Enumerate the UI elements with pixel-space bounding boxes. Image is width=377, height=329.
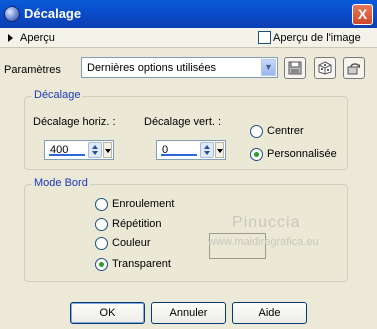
chevron-down-icon[interactable]: ▼	[261, 59, 276, 76]
preview-image-checkbox[interactable]	[258, 31, 271, 44]
preview-image-label[interactable]: Aperçu de l'image	[273, 32, 361, 44]
wrap-radio-label[interactable]: Enroulement	[112, 198, 174, 210]
save-preset-button[interactable]	[284, 57, 306, 79]
center-radio-label[interactable]: Centrer	[267, 125, 304, 137]
ok-button[interactable]: OK	[70, 302, 145, 324]
offset-group: Décalage Décalage horiz. : 400 Décalage …	[24, 89, 348, 170]
custom-radio-label[interactable]: Personnalisée	[267, 148, 337, 160]
watermark-name: Pinuccia	[232, 214, 301, 231]
preset-select[interactable]: Dernières options utilisées ▼	[81, 57, 278, 78]
window-title: Décalage	[24, 6, 82, 21]
edge-mode-group: Mode Bord Enroulement Répétition Couleur…	[24, 177, 348, 282]
vertical-offset-slider[interactable]	[161, 154, 197, 156]
color-radio[interactable]	[95, 237, 108, 250]
horizontal-offset-slider[interactable]	[49, 154, 85, 156]
edge-mode-group-title: Mode Bord	[32, 177, 90, 189]
dropdown-arrow-icon[interactable]	[215, 142, 224, 158]
close-button[interactable]: X	[352, 4, 373, 25]
dice-icon	[318, 61, 332, 75]
app-icon	[4, 6, 20, 22]
repeat-radio[interactable]	[95, 218, 108, 231]
center-radio[interactable]	[250, 125, 263, 138]
preview-toggle-label[interactable]: Aperçu	[20, 32, 55, 44]
horizontal-offset-label: Décalage horiz. :	[33, 116, 116, 128]
settings-label: Paramètres	[4, 64, 61, 76]
preset-value: Dernières options utilisées	[87, 62, 217, 74]
random-button[interactable]	[314, 57, 336, 79]
title-bar[interactable]: Décalage X	[0, 0, 377, 28]
dropdown-arrow-icon[interactable]	[103, 142, 112, 158]
spin-arrows-icon[interactable]	[200, 142, 214, 158]
help-button[interactable]: Aide	[232, 302, 307, 324]
spin-arrows-icon[interactable]	[88, 142, 102, 158]
offset-group-title: Décalage	[32, 89, 83, 101]
reset-button[interactable]	[343, 57, 365, 79]
watermark-url: www.maidiregrafica.eu	[208, 236, 319, 248]
vertical-offset-label: Décalage vert. :	[144, 116, 222, 128]
transparent-radio[interactable]	[95, 258, 108, 271]
dialog-window: Décalage X Aperçu Aperçu de l'image Para…	[0, 0, 377, 329]
transparent-radio-label[interactable]: Transparent	[112, 258, 171, 270]
reset-icon	[347, 63, 360, 75]
expand-triangle-icon[interactable]	[8, 34, 13, 42]
vertical-offset-spinner[interactable]: 0	[156, 140, 226, 160]
horizontal-offset-spinner[interactable]: 400	[44, 140, 114, 160]
wrap-radio[interactable]	[95, 198, 108, 211]
custom-radio[interactable]	[250, 148, 263, 161]
cancel-button[interactable]: Annuler	[151, 302, 226, 324]
color-radio-label[interactable]: Couleur	[112, 237, 151, 249]
repeat-radio-label[interactable]: Répétition	[112, 218, 162, 230]
save-icon	[288, 61, 302, 75]
preview-bar: Aperçu Aperçu de l'image	[0, 28, 377, 48]
